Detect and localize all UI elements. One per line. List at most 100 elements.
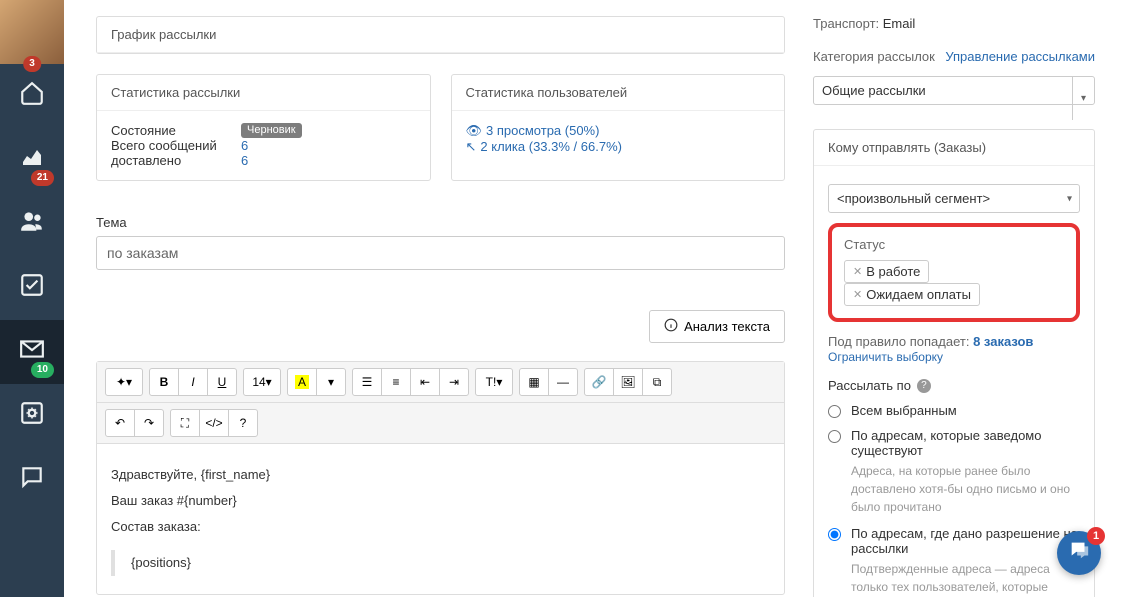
chat-fab[interactable]: 1: [1057, 531, 1101, 575]
send-by-title: Рассылать по: [828, 378, 911, 393]
delivered-value[interactable]: 6: [241, 153, 248, 168]
remove-tag-icon[interactable]: ✕: [853, 265, 862, 278]
undo-button[interactable]: ↶: [105, 409, 135, 437]
sidebar-item-mail[interactable]: 10: [0, 320, 64, 384]
ul-button[interactable]: ☰: [352, 368, 382, 396]
sidebar-item-chat[interactable]: [0, 448, 64, 512]
ol-button[interactable]: ≡: [381, 368, 411, 396]
recipients-panel: Кому отправлять (Заказы) <произвольный с…: [813, 129, 1095, 597]
category-select[interactable]: Общие рассылки: [814, 77, 1094, 104]
schedule-title: График рассылки: [97, 17, 784, 53]
status-tag-1[interactable]: ✕ Ожидаем оплаты: [844, 283, 980, 306]
stats-users-title: Статистика пользователей: [452, 75, 785, 111]
sidebar-item-analytics[interactable]: 21: [0, 128, 64, 192]
fab-badge: 1: [1087, 527, 1105, 545]
state-value: Черновик: [241, 123, 302, 138]
clicks-link[interactable]: 2 клика (33.3% / 66.7%): [480, 139, 622, 154]
radio-known-desc: Адреса, на которые ранее было доставлено…: [851, 462, 1080, 516]
status-tag-1-label: Ожидаем оплаты: [866, 287, 971, 302]
subject-label: Тема: [96, 215, 785, 230]
indent-button[interactable]: ⇥: [439, 368, 469, 396]
total-value[interactable]: 6: [241, 138, 248, 153]
redo-button[interactable]: ↷: [134, 409, 164, 437]
chat-icon: [19, 464, 45, 497]
editor-body[interactable]: Здравствуйте, {first_name} Ваш заказ #{n…: [97, 444, 784, 594]
transport-line: Транспорт: Email: [813, 16, 1095, 31]
underline-button[interactable]: U: [207, 368, 237, 396]
stats-users-panel: Статистика пользователей 👁3 просмотра (5…: [451, 74, 786, 181]
bold-button[interactable]: B: [149, 368, 179, 396]
image-button[interactable]: 🖼: [613, 368, 643, 396]
rule-count-link[interactable]: 8 заказов: [973, 334, 1033, 349]
radio-opt-permitted[interactable]: По адресам, где дано разрешение на рассы…: [828, 526, 1080, 597]
mail-badge: 10: [31, 362, 54, 378]
radio-known-label: По адресам, которые заведомо существуют: [851, 428, 1041, 458]
sidebar-item-tasks[interactable]: [0, 256, 64, 320]
font-color-button[interactable]: A: [287, 368, 317, 396]
remove-tag-icon[interactable]: ✕: [853, 288, 862, 301]
sidebar-item-users[interactable]: [0, 192, 64, 256]
help-button[interactable]: ?: [228, 409, 258, 437]
checkbox-icon: [19, 272, 45, 305]
template-button[interactable]: ⧉: [642, 368, 672, 396]
link-button[interactable]: 🔗: [584, 368, 614, 396]
eye-icon: 👁: [466, 123, 483, 138]
sidebar-item-home[interactable]: [0, 64, 64, 128]
radio-opt-all[interactable]: Всем выбранным: [828, 403, 1080, 418]
category-select-wrap[interactable]: Общие рассылки: [813, 76, 1095, 105]
italic-button[interactable]: I: [178, 368, 208, 396]
manage-mailings-link[interactable]: Управление рассылками: [945, 49, 1095, 64]
status-filter-box: Статус ✕ В работе ✕ Ожидаем оплаты: [828, 223, 1080, 322]
total-label: Всего сообщений: [111, 138, 241, 153]
chat-bubble-icon: [1068, 539, 1090, 567]
fullscreen-button[interactable]: ⛶: [170, 409, 200, 437]
help-icon[interactable]: ?: [917, 379, 931, 393]
radio-opt-known[interactable]: По адресам, которые заведомо существуют …: [828, 428, 1080, 516]
heading-button[interactable]: T!▾: [475, 368, 513, 396]
hr-button[interactable]: —: [548, 368, 578, 396]
stats-mailing-panel: Статистика рассылки Состояние Черновик В…: [96, 74, 431, 181]
transport-value: Email: [883, 16, 916, 31]
cursor-icon: ↖: [466, 139, 477, 154]
info-icon: [664, 318, 678, 335]
magic-button[interactable]: ✦▾: [105, 368, 143, 396]
state-label: Состояние: [111, 123, 241, 138]
category-label: Категория рассылок: [813, 49, 935, 64]
radio-permitted[interactable]: [828, 528, 841, 541]
limit-selection-link[interactable]: Ограничить выборку: [828, 350, 943, 364]
sidebar-item-settings[interactable]: [0, 384, 64, 448]
analytics-badge: 21: [31, 170, 54, 186]
gear-safe-icon: [19, 400, 45, 433]
avatar[interactable]: 3: [0, 0, 64, 64]
views-link[interactable]: 3 просмотра (50%): [486, 123, 599, 138]
radio-all-label: Всем выбранным: [851, 403, 957, 418]
editor-line-composition: Состав заказа:: [111, 514, 770, 540]
editor-line-greeting: Здравствуйте, {first_name}: [111, 462, 770, 488]
status-tag-0-label: В работе: [866, 264, 920, 279]
segment-select-wrap[interactable]: <произвольный сегмент>: [828, 184, 1080, 213]
analyze-text-label: Анализ текста: [684, 319, 770, 334]
bg-color-button[interactable]: ▾: [316, 368, 346, 396]
outdent-button[interactable]: ⇤: [410, 368, 440, 396]
analyze-text-button[interactable]: Анализ текста: [649, 310, 785, 343]
home-icon: [19, 80, 45, 113]
status-label: Статус: [844, 237, 1064, 252]
schedule-panel: График рассылки: [96, 16, 785, 54]
delivered-label: доставлено: [111, 153, 241, 168]
radio-permitted-desc: Подтвержденные адреса — адреса только те…: [851, 560, 1080, 597]
editor-toolbar-2: ↶ ↷ ⛶ </> ?: [97, 403, 784, 444]
radio-all[interactable]: [828, 405, 841, 418]
radio-permitted-label: По адресам, где дано разрешение на рассы…: [851, 526, 1078, 556]
font-size-button[interactable]: 14▾: [243, 368, 281, 396]
editor-toolbar: ✦▾ B I U 14▾ A ▾ ☰: [97, 362, 784, 403]
subject-input[interactable]: [96, 236, 785, 270]
recipients-title: Кому отправлять (Заказы): [814, 130, 1094, 166]
editor-line-order: Ваш заказ #{number}: [111, 488, 770, 514]
transport-label: Транспорт:: [813, 16, 879, 31]
status-tag-0[interactable]: ✕ В работе: [844, 260, 929, 283]
segment-select[interactable]: <произвольный сегмент>: [828, 184, 1080, 213]
radio-known[interactable]: [828, 430, 841, 443]
users-icon: [19, 208, 45, 241]
code-button[interactable]: </>: [199, 409, 229, 437]
table-button[interactable]: ▦: [519, 368, 549, 396]
